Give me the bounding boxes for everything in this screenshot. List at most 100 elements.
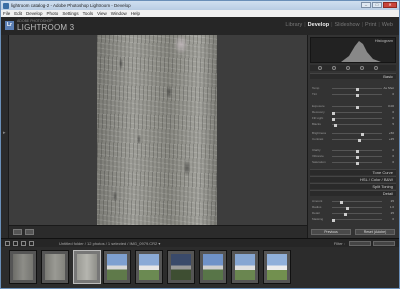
filmstrip-thumbnail[interactable] <box>167 250 195 284</box>
slider-knob[interactable] <box>332 112 335 115</box>
filmstrip-thumbnail[interactable] <box>263 250 291 284</box>
graduated-filter-icon[interactable] <box>360 66 364 70</box>
filmstrip-thumbnail[interactable] <box>103 250 131 284</box>
section-tone-curve[interactable]: Tone Curve <box>310 169 396 175</box>
red-eye-icon[interactable] <box>346 66 350 70</box>
filmstrip-source-path[interactable]: Untitled folder / 12 photos / 1 selected… <box>59 241 160 246</box>
slider-track[interactable] <box>332 139 382 142</box>
section-split-toning[interactable]: Split Toning <box>310 183 396 189</box>
slider-knob[interactable] <box>332 219 335 222</box>
slider-track[interactable] <box>332 124 382 127</box>
menu-tools[interactable]: Tools <box>83 11 94 16</box>
spot-removal-icon[interactable] <box>332 66 336 70</box>
expand-left-icon[interactable]: ▸ <box>3 130 6 136</box>
slider-track[interactable] <box>332 156 382 159</box>
slider-value[interactable]: 1.0 <box>390 205 394 209</box>
slider-track[interactable] <box>332 213 382 216</box>
slider-track[interactable] <box>332 219 382 222</box>
slider-value[interactable]: 0 <box>392 217 394 221</box>
slider-value[interactable]: 0 <box>392 148 394 152</box>
slider-fill-light[interactable]: Fill Light 0 <box>312 116 394 121</box>
filmstrip-thumbnail[interactable] <box>231 250 259 284</box>
module-develop[interactable]: Develop <box>308 22 329 28</box>
filmstrip-thumbnail[interactable] <box>9 250 37 284</box>
slider-knob[interactable] <box>355 162 359 165</box>
adjustment-brush-icon[interactable] <box>374 66 378 70</box>
slider-knob[interactable] <box>355 156 359 159</box>
slider-value[interactable]: 25 <box>391 211 394 215</box>
second-window-icon[interactable] <box>13 241 18 246</box>
menu-settings[interactable]: Settings <box>62 11 78 16</box>
slider-value[interactable]: 0 <box>392 116 394 120</box>
back-arrow-icon[interactable] <box>21 241 26 246</box>
menu-edit[interactable]: Edit <box>14 11 22 16</box>
slider-track[interactable] <box>332 118 382 121</box>
module-print[interactable]: Print <box>365 22 376 28</box>
minimize-button[interactable]: – <box>361 2 371 8</box>
module-library[interactable]: Library <box>285 22 302 28</box>
slider-track[interactable] <box>332 112 382 115</box>
slider-knob[interactable] <box>361 133 365 136</box>
slider-contrast[interactable]: Contrast +25 <box>312 137 394 142</box>
slider-blacks[interactable]: Blacks 5 <box>312 122 394 127</box>
left-panel-collapsed[interactable]: ▸ <box>1 35 9 238</box>
slider-amount[interactable]: Amount 25 <box>312 199 394 204</box>
filter-dropdown[interactable] <box>349 241 371 246</box>
menu-photo[interactable]: Photo <box>47 11 59 16</box>
slider-value[interactable]: 25 <box>391 199 394 203</box>
slider-track[interactable] <box>332 201 382 204</box>
slider-track[interactable] <box>332 94 382 97</box>
slider-knob[interactable] <box>339 201 343 204</box>
slider-temp[interactable]: Temp As Shot <box>312 86 394 91</box>
slider-vibrance[interactable]: Vibrance 0 <box>312 154 394 159</box>
menu-window[interactable]: Window <box>111 11 127 16</box>
slider-value[interactable]: 5 <box>392 122 394 126</box>
slider-value[interactable]: 0 <box>392 154 394 158</box>
filmstrip-thumbnail[interactable] <box>199 250 227 284</box>
slider-exposure[interactable]: Exposure 0.00 <box>312 104 394 109</box>
close-button[interactable]: ✕ <box>383 2 397 8</box>
slider-knob[interactable] <box>346 207 350 210</box>
slider-value[interactable]: As Shot <box>383 86 394 90</box>
image-viewer[interactable] <box>9 35 307 225</box>
slider-knob[interactable] <box>355 106 359 109</box>
slider-value[interactable]: +25 <box>389 137 394 141</box>
slider-value[interactable]: 0 <box>392 160 394 164</box>
slider-knob[interactable] <box>355 94 359 97</box>
before-after-icon[interactable] <box>25 229 34 235</box>
slider-saturation[interactable]: Saturation 0 <box>312 160 394 165</box>
section-basic[interactable]: Basic <box>310 73 396 79</box>
slider-recovery[interactable]: Recovery 0 <box>312 110 394 115</box>
slider-knob[interactable] <box>332 118 335 121</box>
slider-brightness[interactable]: Brightness +50 <box>312 131 394 136</box>
forward-arrow-icon[interactable] <box>29 241 34 246</box>
slider-value[interactable]: +50 <box>389 131 394 135</box>
slider-track[interactable] <box>332 162 382 165</box>
menu-file[interactable]: File <box>3 11 10 16</box>
slider-knob[interactable] <box>343 213 347 216</box>
slider-track[interactable] <box>332 88 382 91</box>
slider-value[interactable]: 0 <box>392 92 394 96</box>
slider-knob[interactable] <box>334 124 338 127</box>
slider-track[interactable] <box>332 150 382 153</box>
menu-help[interactable]: Help <box>131 11 140 16</box>
slider-tint[interactable]: Tint 0 <box>312 92 394 97</box>
slider-value[interactable]: 0 <box>392 110 394 114</box>
slider-detail[interactable]: Detail 25 <box>312 211 394 216</box>
slider-knob[interactable] <box>355 88 359 91</box>
slider-knob[interactable] <box>355 150 359 153</box>
slider-track[interactable] <box>332 133 382 136</box>
slider-radius[interactable]: Radius 1.0 <box>312 205 394 210</box>
filmstrip-thumbnail[interactable] <box>73 250 101 284</box>
slider-track[interactable] <box>332 106 382 109</box>
previous-button[interactable]: Previous <box>311 229 351 235</box>
slider-masking[interactable]: Masking 0 <box>312 217 394 222</box>
reset-button[interactable]: Reset (Adobe) <box>355 229 395 235</box>
menu-develop[interactable]: Develop <box>26 11 43 16</box>
grid-view-icon[interactable] <box>5 241 10 246</box>
section-hsl[interactable]: HSL / Color / B&W <box>310 176 396 182</box>
slider-clarity[interactable]: Clarity 0 <box>312 148 394 153</box>
filter-switch[interactable] <box>373 241 395 246</box>
module-web[interactable]: Web <box>382 22 393 28</box>
menu-view[interactable]: View <box>97 11 107 16</box>
